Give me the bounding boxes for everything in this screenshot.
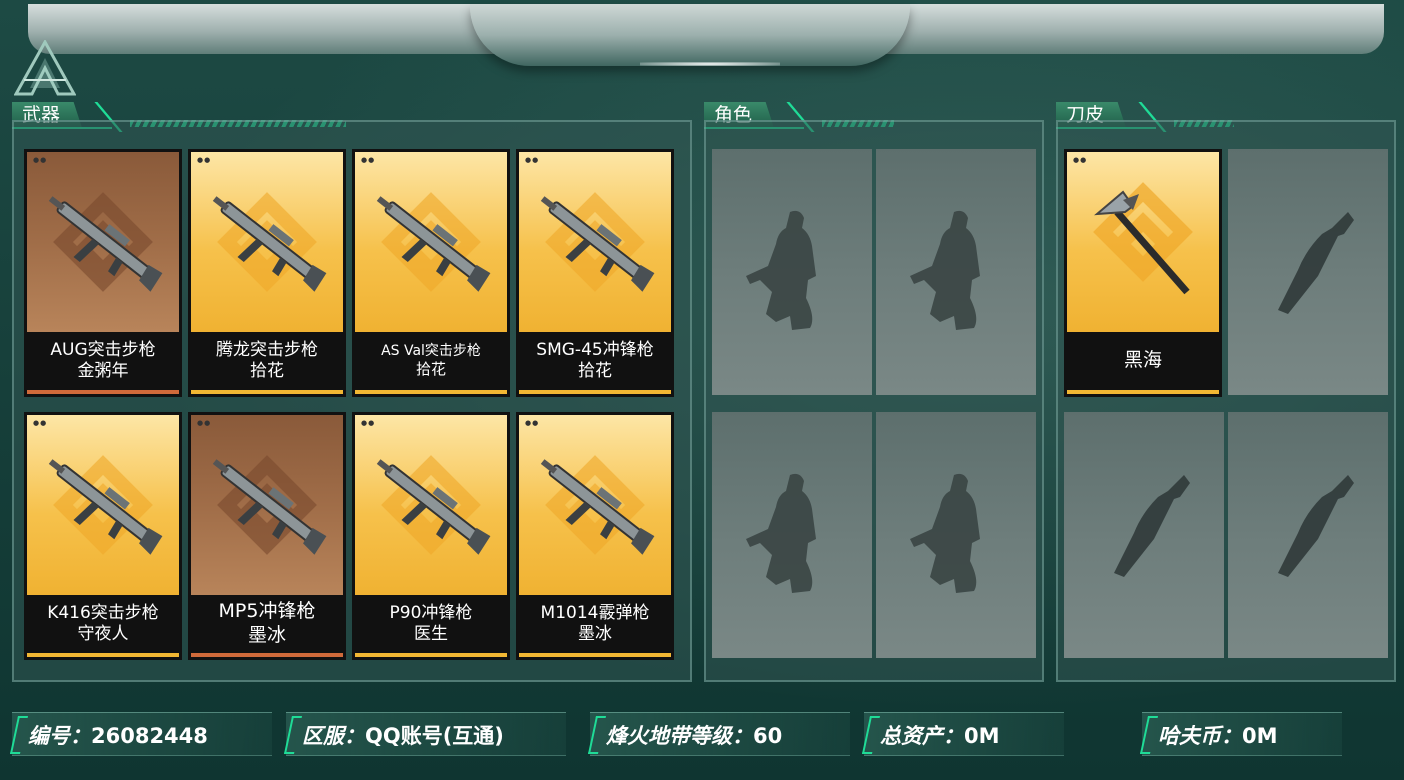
weapon-name: P90冲锋枪 [389, 602, 473, 623]
soldier-silhouette-icon [910, 210, 980, 330]
info-assets: 总资产：0M [861, 712, 1134, 756]
weapon-name: AUG突击步枪 [50, 339, 156, 360]
weapon-card[interactable]: ●● K416突击步枪 守夜人 [24, 412, 182, 660]
info-server: 区服：QQ账号(互通) [283, 712, 576, 756]
top-frame-glow [640, 62, 780, 66]
weapon-card-label: 腾龙突击步枪 拾花 [191, 332, 343, 390]
rarity-bar [191, 653, 343, 657]
weapon-card-label: AS Val突击步枪 拾花 [355, 332, 507, 390]
weapon-card-art: ●● [519, 415, 671, 595]
weapon-skin: 拾花 [415, 360, 446, 379]
character-slot-empty[interactable] [876, 149, 1036, 395]
character-slot-empty[interactable] [712, 149, 872, 395]
rarity-bar [519, 390, 671, 394]
rarity-bar [27, 390, 179, 394]
knife-slot-empty[interactable] [1228, 149, 1388, 395]
soldier-silhouette-icon [746, 210, 816, 330]
info-level-label: 烽火地带等级： [606, 724, 753, 748]
info-server-text: 区服：QQ账号(互通) [302, 720, 504, 750]
info-id-value: 26082448 [91, 724, 208, 748]
rarity-bar [355, 653, 507, 657]
rifle-icon [376, 459, 491, 555]
info-coins-value: 0M [1242, 724, 1278, 748]
character-slot-empty[interactable] [876, 412, 1036, 658]
weapon-skin: 拾花 [250, 361, 284, 381]
rarity-bar [191, 390, 343, 394]
weapon-card-art: ●● [355, 152, 507, 332]
weapon-skin: 医生 [414, 624, 448, 644]
info-coins-text: 哈夫币：0M [1158, 720, 1278, 750]
rarity-bar [519, 653, 671, 657]
info-server-value: QQ账号(互通) [365, 724, 504, 748]
info-id-text: 编号：26082448 [28, 720, 208, 750]
weapon-card-label: SMG-45冲锋枪 拾花 [519, 332, 671, 390]
weapon-card[interactable]: ●● 腾龙突击步枪 拾花 [188, 149, 346, 397]
rifle-icon [212, 196, 327, 292]
weapon-name: K416突击步枪 [47, 602, 159, 623]
rarity-bar [1067, 390, 1219, 394]
weapon-name: M1014霰弹枪 [540, 602, 650, 623]
rifle-icon [376, 196, 491, 292]
info-id: 编号：26082448 [9, 712, 282, 756]
rifle-icon [540, 459, 655, 555]
knife-card-art: ●● [1067, 152, 1219, 332]
knife-slot-empty[interactable] [1064, 412, 1224, 658]
weapon-name: SMG-45冲锋枪 [536, 339, 654, 360]
weapon-name: MP5冲锋枪 [218, 600, 316, 623]
weapon-skin: 拾花 [578, 361, 612, 381]
info-level-text: 烽火地带等级：60 [606, 720, 782, 750]
rifle-icon [48, 196, 163, 292]
weapon-card-art: ●● [191, 152, 343, 332]
weapon-card-label: AUG突击步枪 金粥年 [27, 332, 179, 390]
knife-silhouette-icon [1278, 475, 1354, 577]
weapon-card[interactable]: ●● P90冲锋枪 医生 [352, 412, 510, 660]
rarity-bar [27, 653, 179, 657]
weapon-card[interactable]: ●● AUG突击步枪 金粥年 [24, 149, 182, 397]
rifle-icon [540, 196, 655, 292]
soldier-silhouette-icon [746, 473, 816, 593]
weapon-card-art: ●● [27, 415, 179, 595]
info-assets-label: 总资产： [880, 724, 964, 748]
weapon-skin: 守夜人 [77, 624, 129, 644]
info-assets-text: 总资产：0M [880, 720, 1000, 750]
rifle-icon [212, 459, 327, 555]
info-id-label: 编号： [28, 724, 91, 748]
character-slot-empty[interactable] [712, 412, 872, 658]
soldier-silhouette-icon [910, 473, 980, 593]
top-frame-notch [470, 4, 910, 66]
weapon-card-label: MP5冲锋枪 墨冰 [191, 595, 343, 653]
info-coins-label: 哈夫币： [1158, 724, 1242, 748]
info-level: 烽火地带等级：60 [587, 712, 860, 756]
weapon-card[interactable]: ●● AS Val突击步枪 拾花 [352, 149, 510, 397]
weapon-skin: 墨冰 [247, 624, 286, 646]
knife-card-label: 黑海 [1067, 332, 1219, 390]
weapon-skin: 金粥年 [77, 361, 129, 381]
weapon-card[interactable]: ●● MP5冲锋枪 墨冰 [188, 412, 346, 660]
info-coins: 哈夫币：0M [1139, 712, 1382, 756]
weapon-card-label: M1014霰弹枪 墨冰 [519, 595, 671, 653]
info-server-label: 区服： [302, 724, 365, 748]
rarity-bar [355, 390, 507, 394]
knife-silhouette-icon [1114, 475, 1190, 577]
weapon-card[interactable]: ●● SMG-45冲锋枪 拾花 [516, 149, 674, 397]
weapon-card-label: K416突击步枪 守夜人 [27, 595, 179, 653]
weapon-name: AS Val突击步枪 [381, 342, 481, 359]
weapon-name: 腾龙突击步枪 [216, 339, 318, 360]
weapon-card-art: ●● [191, 415, 343, 595]
weapon-card[interactable]: ●● M1014霰弹枪 墨冰 [516, 412, 674, 660]
weapon-card-label: P90冲锋枪 医生 [355, 595, 507, 653]
weapon-card-art: ●● [519, 152, 671, 332]
rifle-icon [48, 459, 163, 555]
knife-name: 黑海 [1123, 349, 1162, 372]
knife-slot-empty[interactable] [1228, 412, 1388, 658]
game-logo-icon [14, 40, 76, 96]
info-assets-value: 0M [964, 724, 1000, 748]
knife-silhouette-icon [1278, 212, 1354, 314]
info-level-value: 60 [753, 724, 783, 748]
weapon-skin: 墨冰 [578, 624, 612, 644]
axe-icon [1094, 190, 1190, 295]
weapon-card-art: ●● [27, 152, 179, 332]
weapon-card-art: ●● [355, 415, 507, 595]
knife-card[interactable]: ●● 黑海 [1064, 149, 1222, 397]
